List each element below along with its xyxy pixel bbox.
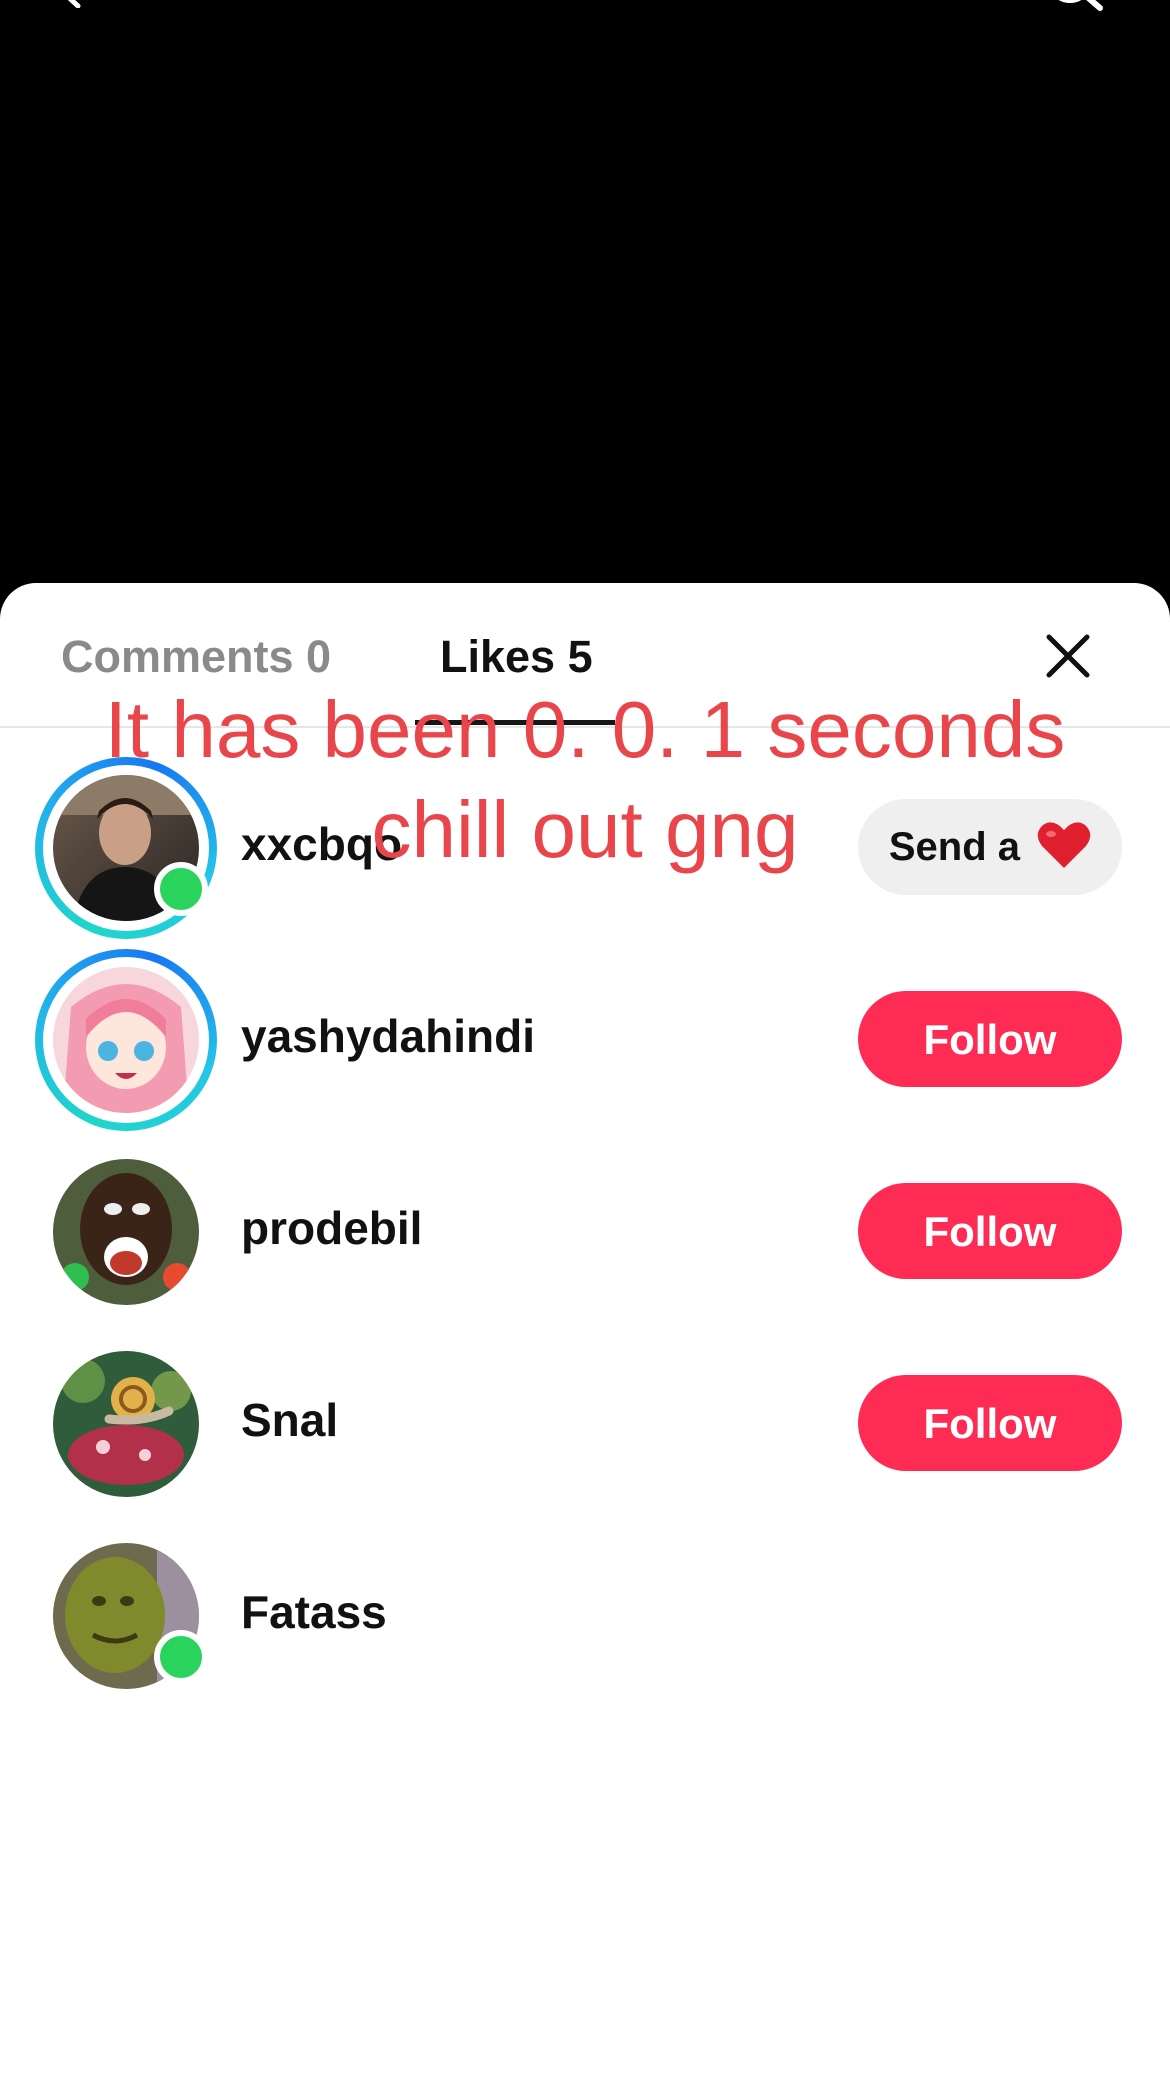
active-tab-indicator bbox=[415, 720, 615, 725]
likes-sheet: Comments 0 Likes 5 xxcbqo Send a yashyda… bbox=[0, 583, 1170, 2080]
send-heart-button[interactable]: Send a bbox=[858, 799, 1122, 895]
tab-comments[interactable]: Comments 0 bbox=[61, 631, 331, 683]
search-icon[interactable] bbox=[1046, 0, 1106, 14]
tab-likes[interactable]: Likes 5 bbox=[440, 631, 593, 683]
list-item[interactable]: xxcbqo Send a bbox=[0, 747, 1170, 939]
tab-divider bbox=[0, 726, 1170, 728]
follow-button[interactable]: Follow bbox=[858, 991, 1122, 1087]
username[interactable]: Snal bbox=[241, 1393, 338, 1447]
send-button-label: Send a bbox=[888, 825, 1021, 869]
online-status-dot bbox=[154, 1630, 208, 1684]
username[interactable]: Fatass bbox=[241, 1585, 387, 1639]
online-status-dot bbox=[154, 862, 208, 916]
avatar[interactable] bbox=[53, 967, 199, 1113]
list-item[interactable]: prodebil Follow bbox=[0, 1131, 1170, 1311]
username[interactable]: prodebil bbox=[241, 1201, 422, 1255]
username[interactable]: yashydahindi bbox=[241, 1009, 535, 1063]
list-item[interactable]: yashydahindi Follow bbox=[0, 939, 1170, 1131]
username[interactable]: xxcbqo bbox=[241, 817, 402, 871]
avatar[interactable] bbox=[53, 1159, 199, 1305]
follow-button[interactable]: Follow bbox=[858, 1375, 1122, 1471]
heart-icon bbox=[1037, 822, 1091, 869]
video-area[interactable] bbox=[0, 0, 1170, 600]
list-item[interactable]: Snal Follow bbox=[0, 1323, 1170, 1503]
avatar[interactable] bbox=[53, 1351, 199, 1497]
list-item[interactable]: Fatass bbox=[0, 1515, 1170, 1695]
close-icon[interactable] bbox=[1045, 633, 1091, 679]
back-arrow-icon[interactable] bbox=[56, 0, 86, 8]
follow-button[interactable]: Follow bbox=[858, 1183, 1122, 1279]
